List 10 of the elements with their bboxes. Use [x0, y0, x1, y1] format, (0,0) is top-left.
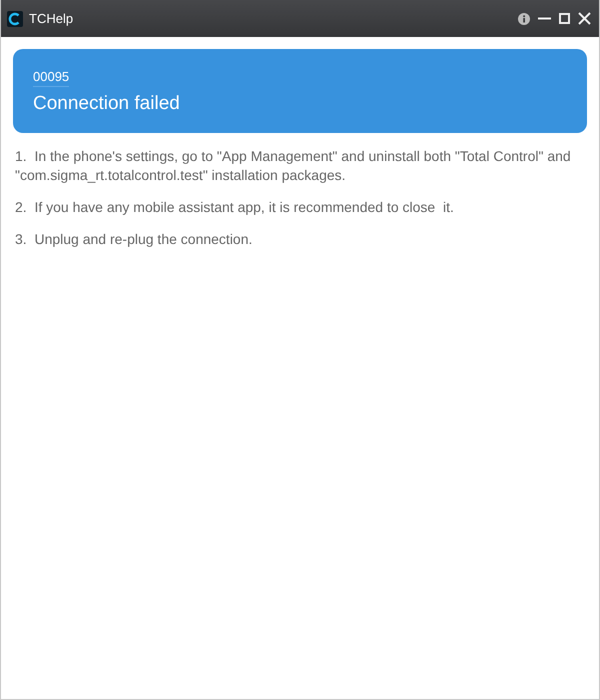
window-title: TCHelp [29, 11, 74, 26]
app-logo-icon [7, 10, 23, 26]
step-text: 2. If you have any mobile assistant app, it is recommended to close it. [15, 198, 455, 217]
step-text: 3. Unplug and re-plug the connection. [15, 230, 254, 249]
error-title: Connection failed [33, 93, 180, 115]
error-code: 00095 [33, 69, 70, 87]
info-icon[interactable] [518, 12, 530, 24]
maximize-icon[interactable] [559, 13, 570, 24]
step-text: 1. In the phone's settings, go to "App Management" and uninstall both "Total Control" and "com.sigma_rt.totalcontrol.test" installation packages. [15, 147, 572, 185]
close-icon[interactable] [578, 12, 591, 25]
